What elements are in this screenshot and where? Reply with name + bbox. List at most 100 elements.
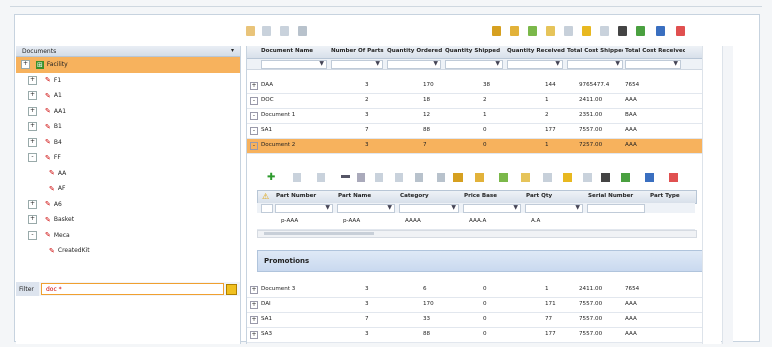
column-filter[interactable]: ▼ [261,60,327,69]
column-filter[interactable]: ▼ [337,204,395,213]
column-filter[interactable]: ▼ [463,204,521,213]
clipboard-icon[interactable] [395,173,403,182]
tree-node[interactable]: - ✎ Meca [16,228,240,244]
delete-icon[interactable] [415,173,423,182]
column-filter[interactable]: ▼ [525,204,583,213]
tree-node[interactable]: ✎ CreatedKit [16,243,240,259]
column-filter[interactable]: ▼ [625,60,681,69]
table-row[interactable]: + Document 3 3 6 0 1 2411.00 7654 [247,283,702,298]
tree-node[interactable]: + ✎ A1 [16,88,240,104]
group-panel[interactable]: Promotions [257,250,703,272]
archive-icon[interactable] [437,173,445,182]
tree-header[interactable]: Documents ▾ [16,46,240,57]
column-header[interactable]: Part Name [338,193,394,199]
detail-row[interactable]: p-AAA p-AAA AAAA AAA.A A.A [257,215,695,230]
chevron-down-icon[interactable]: ▾ [231,47,234,54]
table-row[interactable]: + SA3 3 88 0 177 7557.00 AAA [247,328,702,343]
edit-icon[interactable] [262,26,271,36]
column-filter[interactable]: ▼ [331,60,383,69]
add-icon[interactable]: ✚ [267,172,275,183]
column-header[interactable]: Part Number [276,193,332,199]
grid-icon[interactable] [528,26,537,36]
expand-row-icon[interactable]: + [250,82,258,90]
tree-node[interactable]: + ✎ AA1 [16,104,240,120]
expand-icon[interactable]: + [28,75,37,85]
tree-node[interactable]: - ✎ FF [16,150,240,166]
filter-icon[interactable] [563,173,572,182]
expand-icon[interactable]: + [28,122,37,132]
pdf-icon[interactable] [669,173,678,182]
column-header[interactable]: Total Cost Shipped [567,48,623,54]
expand-icon[interactable]: + [21,60,30,70]
filter-icon[interactable] [582,26,591,36]
tree-node[interactable]: + ✎ B1 [16,119,240,135]
excel-icon[interactable] [636,26,645,36]
column-header[interactable]: Quantity Shipped [445,48,505,54]
expand-icon[interactable]: + [28,106,37,116]
tree-node[interactable]: + ✎ Basket [16,212,240,228]
collapse-icon[interactable]: - [28,153,37,163]
view-icon[interactable] [600,26,609,36]
copy-icon[interactable] [317,173,325,182]
horizontal-scrollbar[interactable] [257,230,697,238]
column-header[interactable]: Category [400,193,456,199]
column-header[interactable]: Total Cost Received [625,48,685,54]
export-icon[interactable] [510,26,519,36]
expand-icon[interactable]: + [28,199,37,209]
grid-icon[interactable] [499,173,508,182]
collapse-row-icon[interactable]: - [250,127,258,135]
word-icon[interactable] [656,26,665,36]
import-icon[interactable] [492,26,501,36]
filter-toggle[interactable] [261,204,273,213]
filter-options-icon[interactable] [226,283,237,295]
expand-icon[interactable]: + [28,137,37,147]
collapse-row-icon[interactable]: - [250,142,258,150]
collapse-icon[interactable]: - [28,230,37,240]
column-filter[interactable]: ▼ [445,60,503,69]
expand-row-icon[interactable]: + [250,301,258,309]
import-icon[interactable] [453,173,463,182]
expand-row-icon[interactable]: + [250,316,258,324]
column-filter[interactable]: ▼ [507,60,563,69]
tree-node[interactable]: ✎ AF [16,181,240,197]
collapse-row-icon[interactable]: - [250,112,258,120]
new-document-icon[interactable] [246,26,255,36]
column-header[interactable]: Number Of Parts [331,48,389,54]
columns-icon[interactable] [564,26,573,36]
tree-node[interactable]: + ✎ A6 [16,197,240,213]
tree-node[interactable]: + ✎ F1 [16,73,240,89]
expand-icon[interactable]: + [28,215,37,225]
export-icon[interactable] [475,173,484,182]
expand-row-icon[interactable]: + [250,286,258,294]
expand-icon[interactable]: + [28,91,37,101]
column-header[interactable]: Quantity Ordered [387,48,443,54]
column-header[interactable]: Serial Number [588,193,644,199]
column-filter[interactable]: ▼ [275,204,333,213]
table-row[interactable]: + DAI 3 170 0 171 7557.00 AAA [247,298,702,313]
expand-row-icon[interactable]: + [250,331,258,339]
layout-icon[interactable] [521,173,530,182]
tree-node[interactable]: ✎ AA [16,166,240,182]
collapse-row-icon[interactable]: - [250,97,258,105]
table-row[interactable]: + DAA 3 170 38 144 9765477.4 7654 [247,79,702,94]
column-header[interactable]: Quantity Received [507,48,567,54]
column-filter[interactable]: ▼ [387,60,441,69]
table-row[interactable]: - DOC 2 18 2 1 2411.00 AAA [247,94,702,109]
column-filter[interactable]: ▼ [567,60,623,69]
table-row[interactable]: + SA1 7 33 0 77 7557.00 AAA [247,313,702,328]
table-row[interactable]: - SA1 7 88 0 177 7557.00 AAA [247,124,702,139]
pdf-icon[interactable] [676,26,685,36]
table-row[interactable]: - Document 1 3 12 1 2 2351.00 BAA [247,109,702,124]
print-icon[interactable] [618,26,627,36]
tree-node-facility[interactable]: + ⊞ Facility [16,57,240,73]
excel-icon[interactable] [621,173,630,182]
column-header[interactable]: Document Name [261,48,321,54]
remove-icon[interactable] [341,175,350,178]
column-filter[interactable] [587,204,645,213]
layout-icon[interactable] [546,26,555,36]
move-icon[interactable] [357,173,365,182]
delete-icon[interactable] [298,26,307,36]
edit-icon[interactable] [293,173,301,182]
column-header[interactable]: Price Base [464,193,520,199]
columns-icon[interactable] [543,173,552,182]
